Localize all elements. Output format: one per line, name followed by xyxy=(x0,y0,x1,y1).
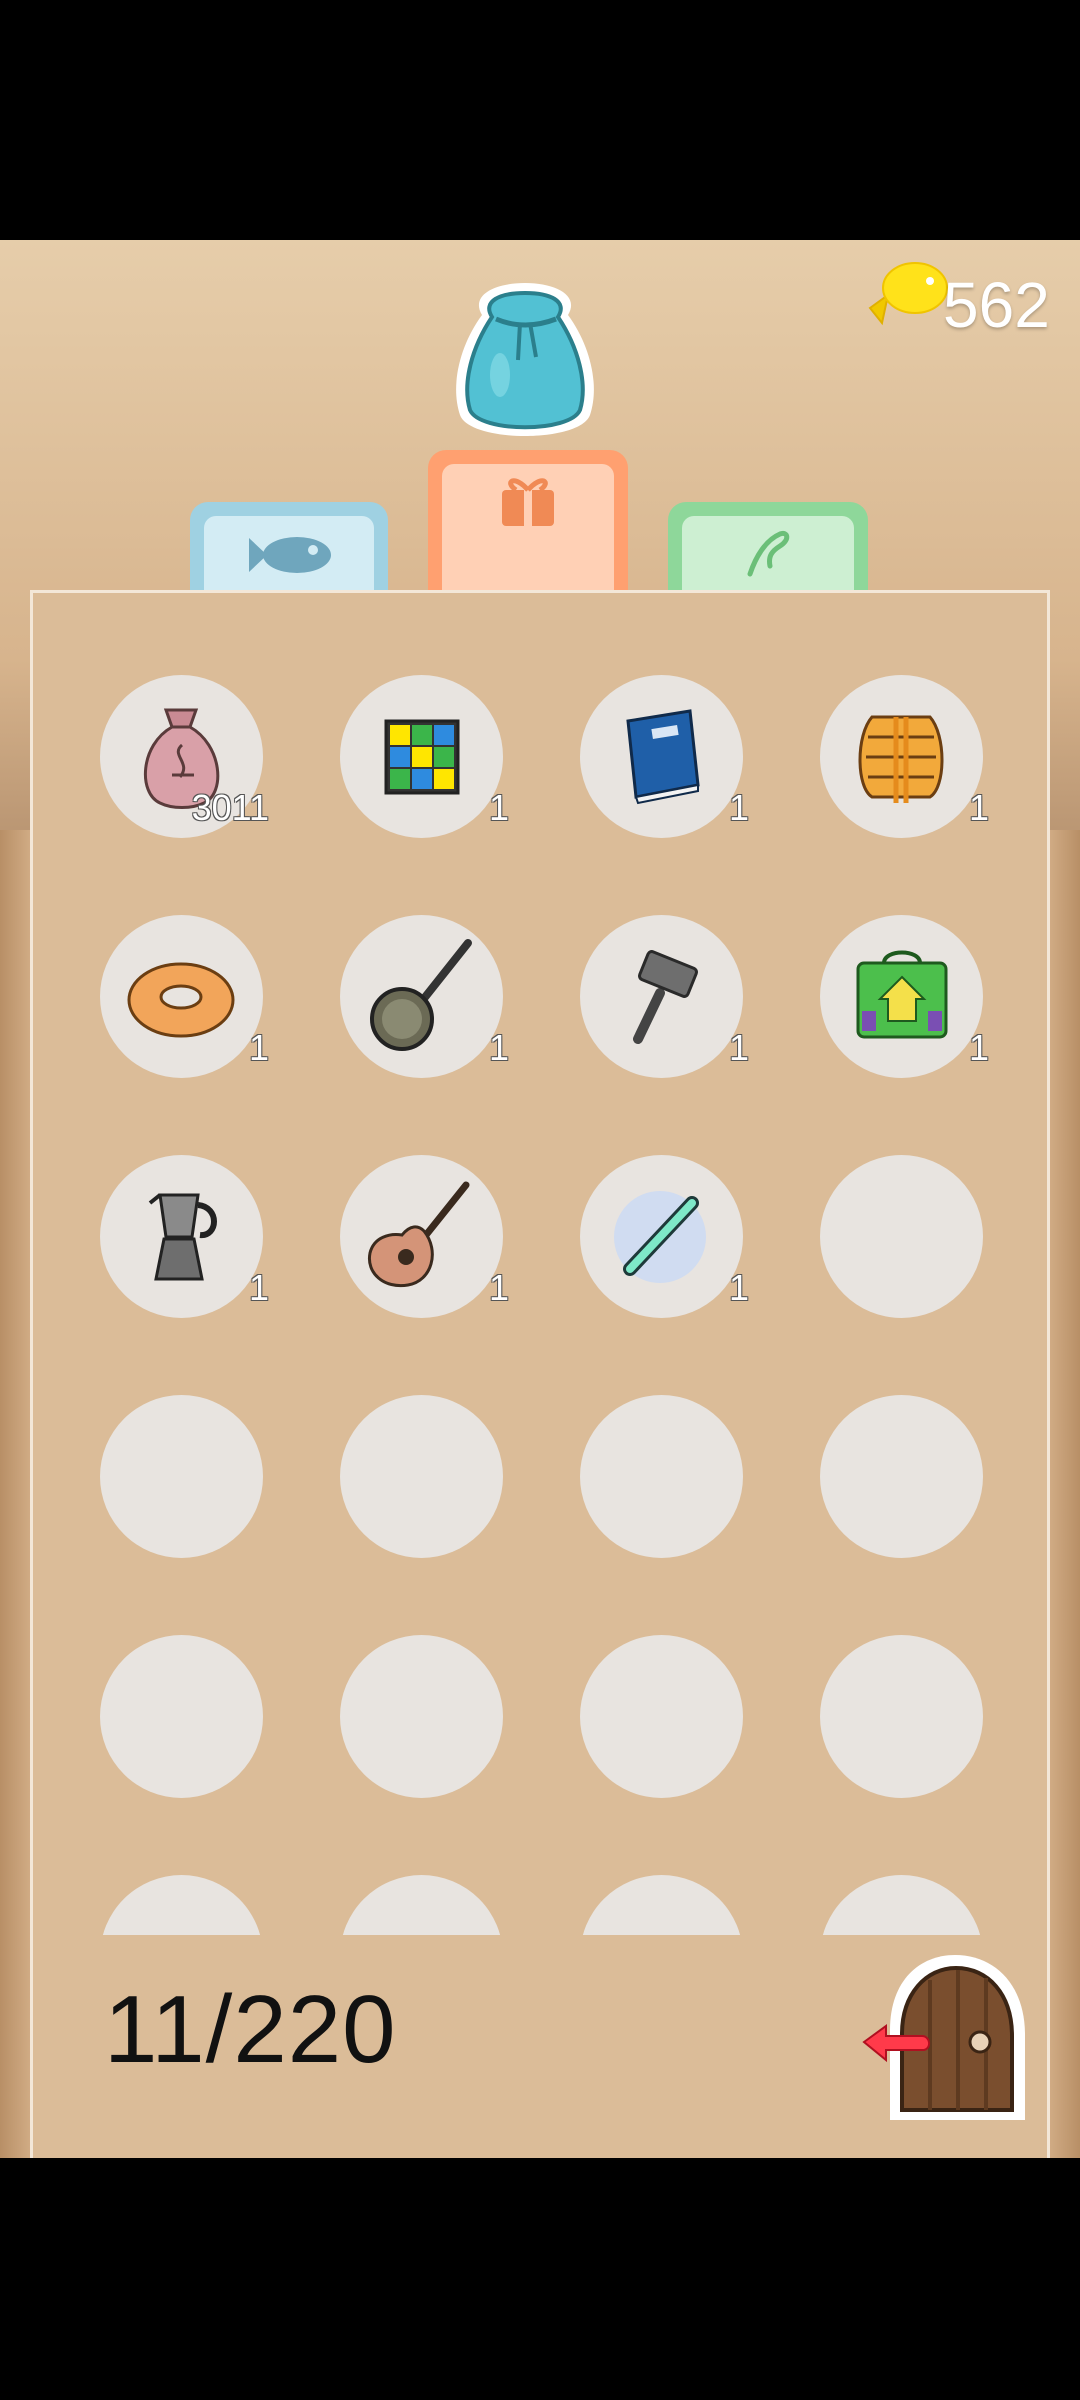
item-quantity: 3011 xyxy=(191,787,269,828)
inventory-capacity: 11/220 xyxy=(104,1976,397,2083)
inventory-slot-empty[interactable] xyxy=(100,1875,263,1935)
inventory-slot-empty[interactable] xyxy=(340,1635,503,1798)
fish-icon xyxy=(249,537,331,573)
inventory-slot[interactable]: 1 xyxy=(820,915,989,1078)
inventory-slot-empty[interactable] xyxy=(820,1635,983,1798)
sprout-icon xyxy=(747,530,790,577)
currency-amount: 562 xyxy=(943,269,1050,341)
inventory-slot-empty[interactable] xyxy=(340,1395,503,1558)
item-bag-icon xyxy=(456,283,594,436)
inventory-slot-empty[interactable] xyxy=(820,1155,983,1318)
inventory-slot-empty[interactable] xyxy=(580,1875,743,1935)
inventory-slot[interactable]: 1 xyxy=(340,915,509,1078)
inventory-slot-empty[interactable] xyxy=(580,1395,743,1558)
item-quantity: 1 xyxy=(728,1027,749,1068)
inventory-slot[interactable]: 1 xyxy=(580,675,749,838)
gift-box-icon xyxy=(502,478,554,526)
fish-coin-icon xyxy=(868,262,948,326)
right-wall-edge xyxy=(1050,830,1080,2158)
inventory-slot-empty[interactable] xyxy=(820,1875,983,1935)
exit-door-icon[interactable] xyxy=(860,1950,1040,2125)
inventory-slot[interactable]: 1 xyxy=(100,1155,269,1318)
item-quantity: 1 xyxy=(488,1267,509,1308)
inventory-slot-empty[interactable] xyxy=(820,1395,983,1558)
tab-items[interactable] xyxy=(428,450,628,612)
item-quantity: 1 xyxy=(968,787,989,828)
inventory-screen: 562 3011 1 1 1 1 1 1 1 1 1 1 11/220 xyxy=(0,240,1080,2158)
inventory-slot[interactable]: 1 xyxy=(580,1155,749,1318)
inventory-slot[interactable]: 1 xyxy=(340,1155,509,1318)
inventory-slot-empty[interactable] xyxy=(580,1635,743,1798)
item-quantity: 1 xyxy=(248,1267,269,1308)
inventory-slot[interactable]: 1 xyxy=(820,675,989,838)
item-quantity: 1 xyxy=(968,1027,989,1068)
item-quantity: 1 xyxy=(728,787,749,828)
left-wall-edge xyxy=(0,830,30,2158)
item-quantity: 1 xyxy=(488,1027,509,1068)
inventory-grid: 3011 1 1 1 1 1 1 1 1 1 1 xyxy=(30,590,1050,1935)
inventory-slot[interactable]: 3011 xyxy=(100,675,269,838)
inventory-slot-empty[interactable] xyxy=(100,1395,263,1558)
inventory-slot-empty[interactable] xyxy=(340,1875,503,1935)
item-quantity: 1 xyxy=(728,1267,749,1308)
item-quantity: 1 xyxy=(248,1027,269,1068)
inventory-slot-empty[interactable] xyxy=(100,1635,263,1798)
item-quantity: 1 xyxy=(488,787,509,828)
inventory-slot[interactable]: 1 xyxy=(100,915,269,1078)
inventory-slot[interactable]: 1 xyxy=(340,675,509,838)
inventory-slot[interactable]: 1 xyxy=(580,915,749,1078)
